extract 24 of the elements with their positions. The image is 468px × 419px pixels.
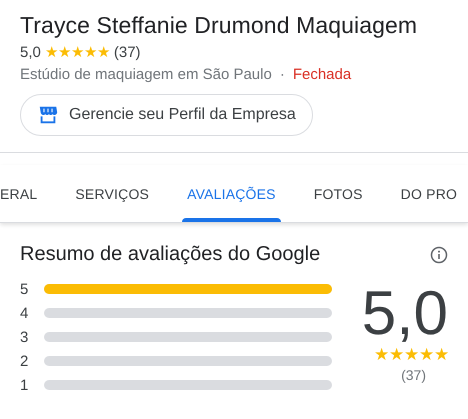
business-name: Trayce Steffanie Drumond Maquiagem — [20, 11, 418, 40]
star-rating: ★★★★★ — [374, 346, 449, 363]
review-count[interactable]: (37) — [114, 44, 141, 61]
separator-dot: · — [280, 66, 285, 83]
business-category: Estúdio de maquiagem em São Paulo — [20, 66, 272, 83]
review-count: (37) — [401, 367, 426, 383]
star-rating: ★★★★★ — [44, 45, 110, 60]
tab[interactable]: SERVIÇOS — [70, 165, 154, 222]
manage-profile-button[interactable]: Gerencie seu Perfil da Empresa — [20, 94, 313, 136]
average-score: 5,0 — [362, 284, 448, 344]
info-icon[interactable] — [430, 246, 448, 264]
rating-value: 5,0 — [20, 44, 41, 61]
star-level-label: 3 — [20, 328, 30, 346]
star-level-label: 4 — [20, 304, 30, 322]
star-level-label: 1 — [20, 376, 30, 394]
section-title: Resumo de avaliações do Google — [20, 243, 320, 266]
tab[interactable]: DO PRO — [396, 165, 462, 222]
tab[interactable]: ERAL — [0, 165, 42, 222]
open-status: Fechada — [292, 66, 352, 83]
star-level-label: 5 — [20, 280, 30, 298]
star-level-label: 2 — [20, 352, 30, 370]
tab[interactable]: FOTOS — [308, 165, 368, 222]
storefront-icon — [37, 104, 59, 126]
tab[interactable]: AVALIAÇÕES — [182, 165, 281, 222]
